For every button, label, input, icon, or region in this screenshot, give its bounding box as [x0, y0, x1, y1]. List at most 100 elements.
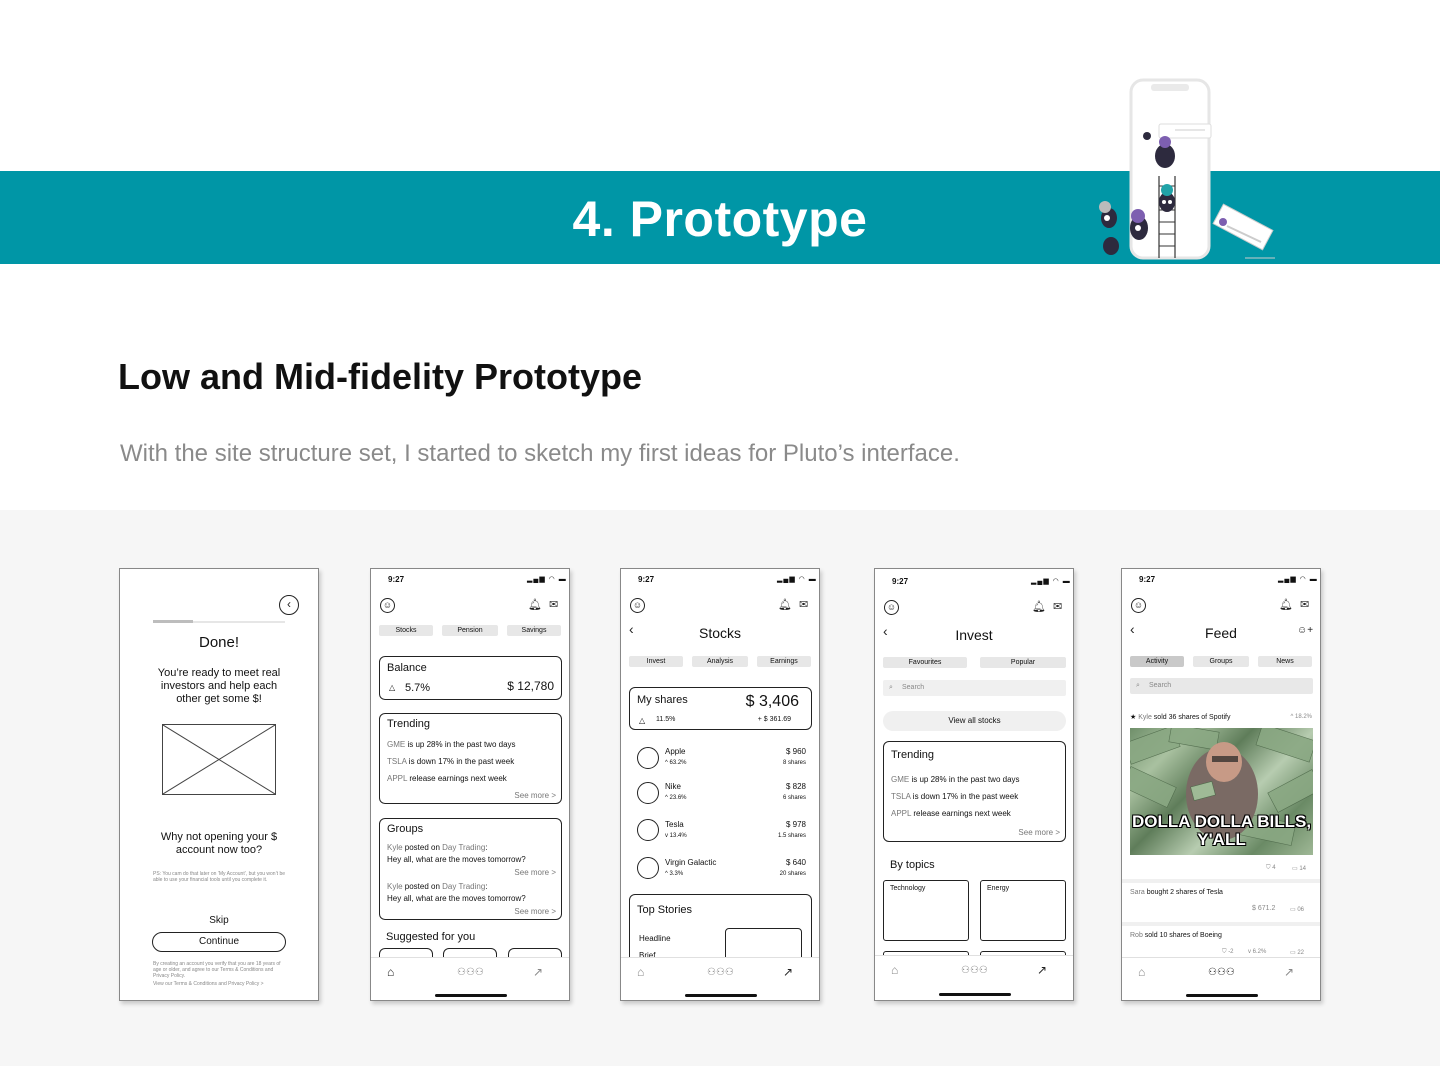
trending-item[interactable]: GME is up 28% in the past two days	[387, 740, 516, 749]
profile-icon[interactable]: ☺	[884, 600, 899, 615]
tab-pension[interactable]: Pension	[442, 625, 498, 636]
feed-item-value: $ 671.2	[1252, 905, 1276, 912]
see-more-link[interactable]: See more >	[514, 907, 556, 916]
tab-news[interactable]: News	[1258, 656, 1312, 667]
legal-link[interactable]: View our Terms & Conditions and Privacy …	[153, 981, 287, 987]
see-more-link[interactable]: See more >	[514, 791, 556, 800]
tab-groups[interactable]: Groups	[1193, 656, 1249, 667]
status-icons: ▂▄▆ ◠ ▬	[527, 576, 567, 583]
tab-activity[interactable]: Activity	[1130, 656, 1184, 667]
stock-change: ^ 23.6%	[665, 795, 687, 801]
trending-item[interactable]: APPL release earnings next week	[387, 774, 507, 783]
tab-savings[interactable]: Savings	[507, 625, 561, 636]
comment-icon: ▭	[1292, 866, 1298, 872]
feed-item[interactable]: ★ Kyle sold 36 shares of Spotify ^ 18.2%…	[1122, 703, 1320, 875]
tab-invest[interactable]: Invest	[629, 656, 683, 667]
back-icon[interactable]: ‹	[279, 595, 299, 615]
screen-home: 9:27 ▂▄▆ ◠ ▬ ☺ 🔔︎ ✉︎ Stocks Pension Savi…	[370, 568, 570, 1001]
home-icon[interactable]: ⌂	[387, 966, 394, 978]
topic-card-energy[interactable]: Energy	[980, 880, 1066, 941]
profile-icon[interactable]: ☺	[1131, 598, 1146, 613]
stock-row[interactable]: Apple ^ 63.2% $ 960 8 shares	[621, 746, 819, 776]
stock-row[interactable]: Nike ^ 23.6% $ 828 6 shares	[621, 781, 819, 811]
stock-row[interactable]: Tesla v 13.4% $ 978 1.5 shares	[621, 819, 819, 849]
chevron-up-icon: ^	[1290, 714, 1294, 720]
continue-button[interactable]: Continue	[152, 932, 286, 952]
balance-value: $ 12,780	[507, 679, 554, 693]
mail-icon[interactable]: ✉︎	[799, 600, 808, 611]
mail-icon[interactable]: ✉︎	[549, 600, 558, 611]
add-friend-icon[interactable]: ☺+	[1297, 626, 1313, 636]
stock-shares: 1.5 shares	[777, 833, 806, 839]
screen-done: ‹ Done! You’re ready to meet real invest…	[119, 568, 319, 1001]
trending-item[interactable]: TSLA is down 17% in the past week	[891, 792, 1018, 801]
skip-link[interactable]: Skip	[120, 915, 318, 926]
bell-icon[interactable]: 🔔︎	[778, 600, 792, 611]
groups-title: Groups	[387, 823, 424, 835]
story-headline[interactable]: Headline	[639, 934, 671, 943]
my-shares-gain: + $ 361.69	[757, 716, 791, 723]
trend-icon[interactable]: ↗	[1037, 964, 1047, 976]
tab-earnings[interactable]: Earnings	[757, 656, 811, 667]
bell-icon[interactable]: 🔔︎	[1032, 602, 1046, 613]
see-more-link[interactable]: See more >	[514, 868, 556, 877]
stock-name: Virgin Galactic	[665, 858, 717, 867]
trend-icon[interactable]: ↗	[1284, 966, 1294, 978]
done-message: You’re ready to meet real investors and …	[157, 667, 281, 705]
tab-stocks[interactable]: Stocks	[379, 625, 433, 636]
community-icon[interactable]: ⚇⚇⚇	[457, 968, 484, 978]
trend-icon[interactable]: ↗	[783, 966, 793, 978]
tab-favourites[interactable]: Favourites	[883, 657, 967, 668]
likes-count[interactable]: ⛉ 4	[1266, 865, 1276, 872]
trending-item[interactable]: GME is up 28% in the past two days	[891, 775, 1020, 784]
comments-count[interactable]: ▭ 06	[1290, 906, 1304, 913]
divider	[1122, 879, 1320, 883]
home-icon[interactable]: ⌂	[891, 964, 898, 976]
post-text[interactable]: Hey all, what are the moves tomorrow?	[387, 894, 526, 903]
divider	[1122, 922, 1320, 926]
bell-icon[interactable]: 🔔︎	[528, 600, 542, 611]
trending-item[interactable]: TSLA is down 17% in the past week	[387, 757, 514, 766]
screen-feed: 9:27 ▂▄▆ ◠ ▬ ☺ 🔔︎ ✉︎ ‹ Feed ☺+ Activity …	[1121, 568, 1321, 1001]
profile-icon[interactable]: ☺	[380, 598, 395, 613]
status-time: 9:27	[1139, 575, 1156, 584]
feed-item-change: v 6.2%	[1248, 949, 1267, 955]
see-more-link[interactable]: See more >	[1018, 828, 1060, 837]
tab-popular[interactable]: Popular	[980, 657, 1066, 668]
tab-analysis[interactable]: Analysis	[692, 656, 748, 667]
community-icon[interactable]: ⚇⚇⚇	[1208, 968, 1235, 978]
status-icons: ▂▄▆ ◠ ▬	[1031, 578, 1071, 585]
topic-card-technology[interactable]: Technology	[883, 880, 969, 941]
post-text[interactable]: Hey all, what are the moves tomorrow?	[387, 855, 526, 864]
community-icon[interactable]: ⚇⚇⚇	[961, 966, 988, 976]
star-icon: ★	[1130, 714, 1137, 721]
stock-row[interactable]: Virgin Galactic ^ 3.3% $ 640 20 shares	[621, 857, 819, 887]
balance-card[interactable]: Balance △ 5.7% $ 12,780	[379, 656, 562, 700]
comments-count[interactable]: ▭ 14	[1292, 865, 1306, 872]
trend-icon[interactable]: ↗	[533, 966, 543, 978]
likes-count[interactable]: ⛉ -2	[1222, 949, 1234, 956]
community-icon[interactable]: ⚇⚇⚇	[707, 968, 734, 978]
mail-icon[interactable]: ✉︎	[1300, 600, 1309, 611]
my-shares-card[interactable]: My shares $ 3,406 △ 11.5% + $ 361.69	[629, 687, 812, 730]
home-icon[interactable]: ⌂	[1138, 966, 1145, 978]
comments-count[interactable]: ▭ 22	[1290, 949, 1304, 956]
home-indicator	[435, 994, 507, 997]
stock-name: Nike	[665, 782, 682, 791]
trending-item[interactable]: APPL release earnings next week	[891, 809, 1011, 818]
home-indicator	[939, 993, 1011, 996]
home-icon[interactable]: ⌂	[637, 966, 644, 978]
mail-icon[interactable]: ✉︎	[1053, 602, 1062, 613]
trending-card: Trending GME is up 28% in the past two d…	[883, 741, 1066, 842]
topic-label: Technology	[890, 885, 926, 892]
my-shares-pct: 11.5%	[656, 716, 676, 723]
feed-item-text: Sara bought 2 shares of Tesla	[1130, 889, 1223, 896]
profile-icon[interactable]: ☺	[630, 598, 645, 613]
stock-change: ^ 63.2%	[665, 760, 687, 766]
view-all-stocks-button[interactable]: View all stocks	[883, 711, 1066, 731]
feed-item[interactable]: Sara bought 2 shares of Tesla $ 671.2 ▭ …	[1122, 885, 1320, 919]
progress-fill	[153, 620, 193, 623]
search-input[interactable]: ⌕ Search	[883, 680, 1066, 696]
bell-icon[interactable]: 🔔︎	[1279, 600, 1293, 611]
search-input[interactable]: ⌕ Search	[1130, 678, 1313, 694]
